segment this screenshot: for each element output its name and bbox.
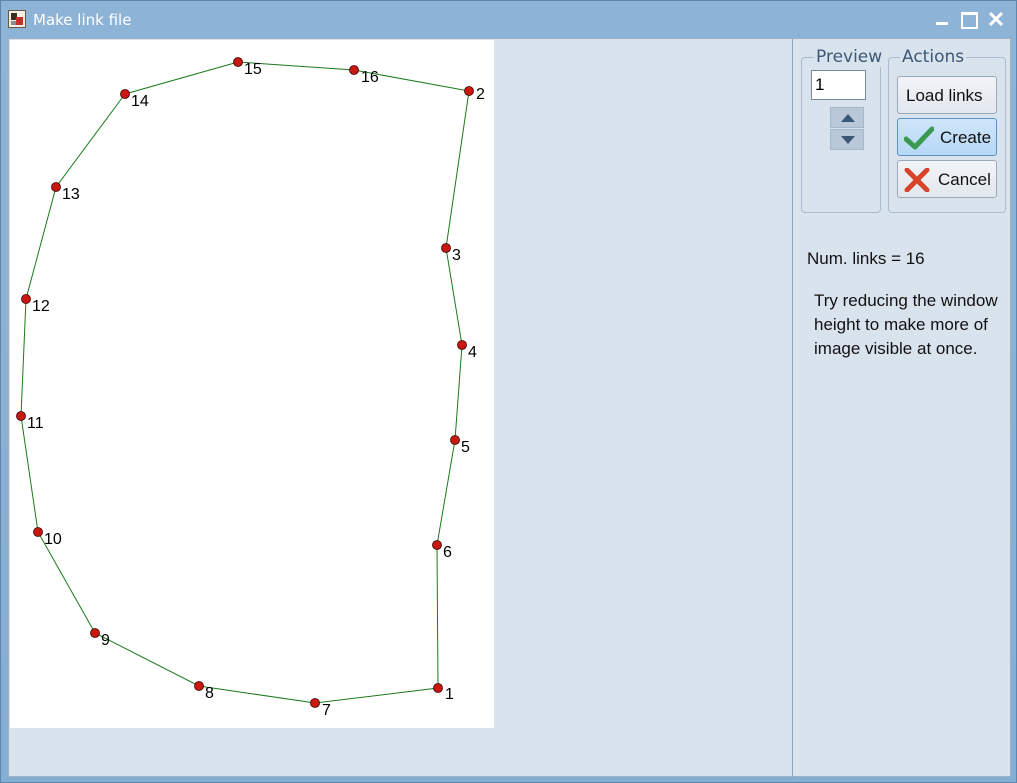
link-path xyxy=(20,61,470,704)
window-title: Make link file xyxy=(33,11,132,29)
cross-icon xyxy=(904,168,930,192)
node-marker-6[interactable] xyxy=(432,540,442,550)
node-marker-10[interactable] xyxy=(33,527,43,537)
maximize-icon[interactable] xyxy=(957,9,979,29)
checkmark-icon xyxy=(904,126,934,150)
spin-down-arrow-icon xyxy=(841,136,855,144)
node-label-11: 11 xyxy=(27,415,44,432)
cancel-button[interactable]: Cancel xyxy=(897,160,997,198)
preview-group: Preview xyxy=(801,47,885,213)
title-bar[interactable]: Make link file xyxy=(1,1,1016,37)
node-label-5: 5 xyxy=(461,439,470,456)
node-label-3: 3 xyxy=(452,247,461,264)
node-label-13: 13 xyxy=(62,186,80,203)
hint-text: Try reducing the window height to make m… xyxy=(814,291,998,358)
node-marker-14[interactable] xyxy=(120,89,130,99)
node-label-10: 10 xyxy=(44,531,62,548)
cancel-label: Cancel xyxy=(938,170,991,189)
node-label-4: 4 xyxy=(468,344,477,361)
load-links-button[interactable]: Load links xyxy=(897,76,997,114)
node-marker-12[interactable] xyxy=(21,294,31,304)
link-image-canvas[interactable]: 1 2 3 4 5 6 7 8 9 10 11 12 13 14 15 16 xyxy=(10,40,494,728)
node-label-16: 16 xyxy=(361,69,379,86)
app-icon xyxy=(8,10,26,28)
link-diagram[interactable]: 123456789101112131415 16 xyxy=(10,40,494,728)
preview-decrement-button[interactable] xyxy=(830,129,864,150)
node-label-1: 1 xyxy=(445,686,454,703)
node-marker-1[interactable] xyxy=(433,683,443,693)
minimize-icon[interactable] xyxy=(931,9,953,29)
node-label-15: 15 xyxy=(244,61,262,78)
actions-group: Actions Load links Create Cancel xyxy=(888,47,1006,213)
node-label-9: 9 xyxy=(101,632,110,649)
image-scroll-pane[interactable]: 1 2 3 4 5 6 7 8 9 10 11 12 13 14 15 16 xyxy=(9,39,793,778)
close-icon[interactable] xyxy=(985,9,1007,29)
preview-number-input[interactable] xyxy=(811,70,866,100)
node-marker-8[interactable] xyxy=(194,681,204,691)
node-marker-11[interactable] xyxy=(16,411,26,421)
node-label-12: 12 xyxy=(32,298,50,315)
node-marker-4[interactable] xyxy=(457,340,467,350)
preview-group-label: Preview xyxy=(814,47,885,67)
node-marker-2[interactable] xyxy=(464,86,474,96)
node-label-14: 14 xyxy=(131,93,149,110)
actions-group-label: Actions xyxy=(900,47,967,67)
num-links-text: Num. links = 16 xyxy=(807,249,925,268)
spin-up-arrow-icon xyxy=(841,114,855,122)
node-label-2: 2 xyxy=(476,86,485,103)
node-label-6: 6 xyxy=(443,544,452,561)
side-panel: Preview Actions Load links Create xyxy=(794,39,1012,778)
create-button[interactable]: Create xyxy=(897,118,997,156)
node-marker-7[interactable] xyxy=(310,698,320,708)
node-marker-3[interactable] xyxy=(441,243,451,253)
node-marker-13[interactable] xyxy=(51,182,61,192)
node-marker-5[interactable] xyxy=(450,435,460,445)
app-window: Make link file 1 2 3 4 5 6 7 8 9 10 11 12 13 14 15 16 P… xyxy=(0,0,1017,783)
node-label-7: 7 xyxy=(322,702,331,719)
create-label: Create xyxy=(940,128,992,147)
node-marker-16[interactable] xyxy=(349,65,359,75)
node-label-8: 8 xyxy=(205,685,214,702)
node-marker-9[interactable] xyxy=(90,628,100,638)
preview-increment-button[interactable] xyxy=(830,107,864,128)
load-links-label: Load links xyxy=(906,86,983,105)
node-marker-15[interactable] xyxy=(233,57,243,67)
client-area: 12345678910111213141516 Preview Actions … xyxy=(8,38,1012,778)
